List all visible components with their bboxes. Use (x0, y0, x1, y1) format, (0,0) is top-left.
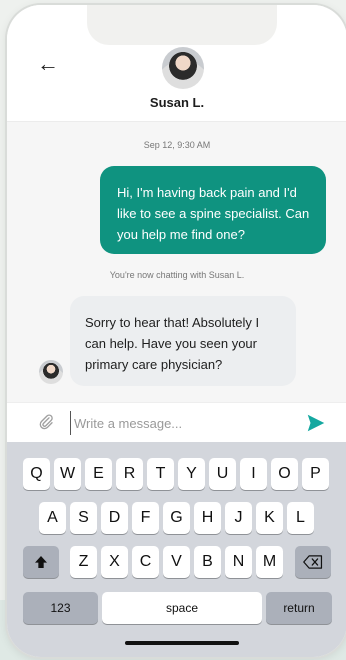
numbers-key[interactable]: 123 (23, 592, 98, 624)
key-k[interactable]: K (256, 502, 283, 534)
backspace-icon (303, 555, 323, 569)
key-h[interactable]: H (194, 502, 221, 534)
key-r[interactable]: R (116, 458, 143, 490)
key-l[interactable]: L (287, 502, 314, 534)
keyboard: Q W E R T Y U I O P A S D F G H J K L Z … (7, 442, 346, 657)
shift-key[interactable] (23, 546, 59, 578)
key-g[interactable]: G (163, 502, 190, 534)
home-indicator (125, 641, 239, 645)
key-c[interactable]: C (132, 546, 159, 578)
key-a[interactable]: A (39, 502, 66, 534)
key-y[interactable]: Y (178, 458, 205, 490)
key-x[interactable]: X (101, 546, 128, 578)
sender-avatar (39, 360, 63, 384)
key-u[interactable]: U (209, 458, 236, 490)
key-v[interactable]: V (163, 546, 190, 578)
key-m[interactable]: M (256, 546, 283, 578)
outgoing-message-bubble: Hi, I'm having back pain and I'd like to… (100, 166, 326, 254)
paperclip-icon[interactable] (37, 413, 55, 436)
key-j[interactable]: J (225, 502, 252, 534)
key-z[interactable]: Z (70, 546, 97, 578)
return-key[interactable]: return (266, 592, 332, 624)
incoming-message-bubble: Sorry to hear that! Absolutely I can hel… (70, 296, 296, 386)
key-t[interactable]: T (147, 458, 174, 490)
key-n[interactable]: N (225, 546, 252, 578)
system-notice: You're now chatting with Susan L. (109, 270, 245, 280)
key-q[interactable]: Q (23, 458, 50, 490)
chat-thread[interactable]: Sep 12, 9:30 AM Hi, I'm having back pain… (7, 122, 346, 402)
send-icon[interactable] (305, 412, 327, 434)
key-f[interactable]: F (132, 502, 159, 534)
back-arrow-icon[interactable]: ← (37, 53, 59, 75)
key-d[interactable]: D (101, 502, 128, 534)
contact-name: Susan L. (149, 95, 205, 110)
message-composer (7, 402, 346, 443)
key-p[interactable]: P (302, 458, 329, 490)
key-i[interactable]: I (240, 458, 267, 490)
key-b[interactable]: B (194, 546, 221, 578)
message-input[interactable] (70, 411, 294, 435)
key-o[interactable]: O (271, 458, 298, 490)
phone-notch (87, 5, 277, 45)
backspace-key[interactable] (295, 546, 331, 578)
phone-frame: ← Susan L. Sep 12, 9:30 AM Hi, I'm havin… (7, 5, 346, 657)
key-s[interactable]: S (70, 502, 97, 534)
space-key[interactable]: space (102, 592, 262, 624)
message-timestamp: Sep 12, 9:30 AM (143, 140, 211, 150)
avatar (162, 47, 204, 89)
key-e[interactable]: E (85, 458, 112, 490)
shift-icon (35, 556, 47, 568)
key-w[interactable]: W (54, 458, 81, 490)
